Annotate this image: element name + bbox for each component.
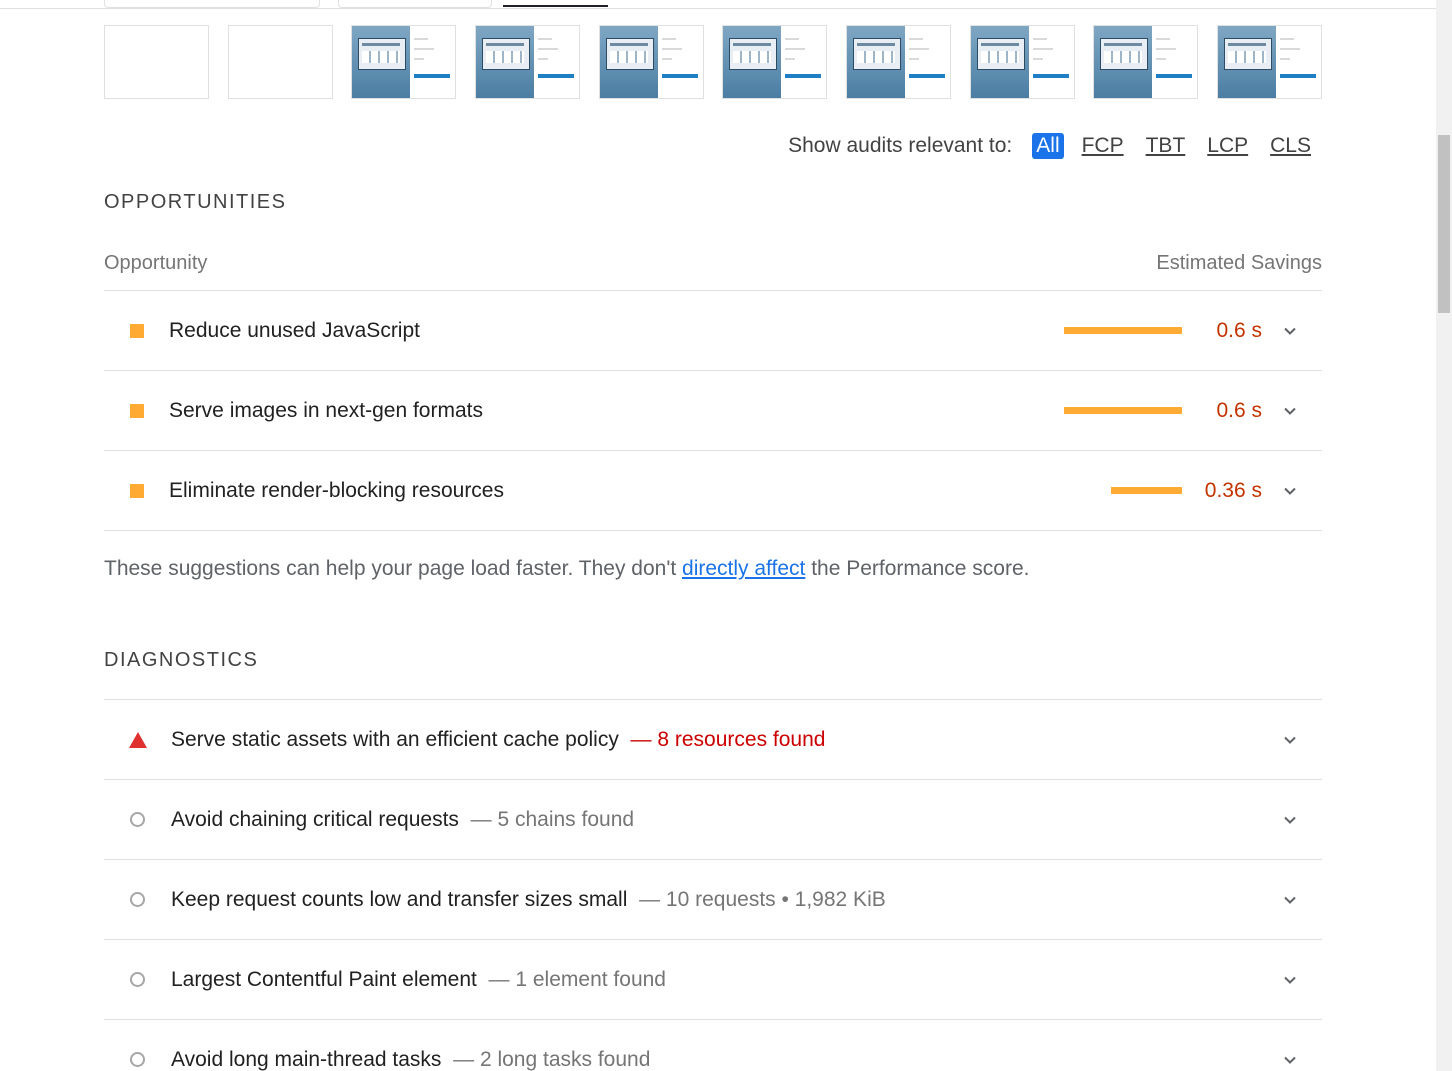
chevron-down-icon[interactable] — [1284, 1054, 1296, 1066]
diagnostics-list: Serve static assets with an efficient ca… — [104, 699, 1322, 1071]
filmstrip-frame — [969, 25, 1075, 99]
filmstrip — [104, 25, 1322, 99]
diagnostic-title-text: Serve static assets with an efficient ca… — [171, 727, 619, 751]
savings-value: 0.6 s — [1216, 318, 1262, 342]
top-tab[interactable] — [338, 0, 492, 8]
chevron-down-icon[interactable] — [1284, 485, 1296, 497]
audit-filter: Show audits relevant to: All FCP TBT LCP… — [788, 133, 1315, 159]
diagnostic-detail: — 1 element found — [488, 967, 666, 991]
diagnostics-title: DIAGNOSTICS — [104, 649, 259, 671]
diagnostic-title-text: Avoid chaining critical requests — [171, 807, 459, 831]
opportunity-row[interactable]: Serve images in next-gen formats 0.6 s — [104, 370, 1322, 450]
active-tab-indicator — [503, 5, 608, 7]
savings-value: 0.36 s — [1204, 478, 1262, 502]
diagnostic-detail: — 10 requests • 1,982 KiB — [639, 887, 886, 911]
filmstrip-frame — [1216, 25, 1322, 99]
chevron-down-icon[interactable] — [1284, 734, 1296, 746]
diagnostic-row[interactable]: Avoid long main-thread tasks — 2 long ta… — [104, 1019, 1322, 1071]
opportunities-list: Reduce unused JavaScript 0.6 s Serve ima… — [104, 290, 1322, 531]
filmstrip-frame — [474, 25, 580, 99]
savings-bar — [1064, 407, 1182, 414]
diagnostic-row[interactable]: Serve static assets with an efficient ca… — [104, 699, 1322, 779]
opportunities-note: These suggestions can help your page loa… — [104, 557, 1029, 581]
diagnostic-title: Serve static assets with an efficient ca… — [171, 728, 825, 752]
fail-status-icon — [129, 731, 147, 748]
top-tab[interactable] — [104, 0, 320, 8]
diagnostic-row[interactable]: Avoid chaining critical requests — 5 cha… — [104, 779, 1322, 859]
column-estimated-savings: Estimated Savings — [1156, 252, 1322, 274]
filter-chip-all[interactable]: All — [1032, 133, 1064, 159]
filmstrip-frame — [1093, 25, 1199, 99]
filmstrip-frame-blank — [227, 25, 333, 99]
average-status-icon — [130, 323, 144, 338]
filter-chip-cls[interactable]: CLS — [1266, 133, 1315, 159]
average-status-icon — [130, 403, 144, 418]
opportunities-column-header: Opportunity Estimated Savings — [104, 252, 1322, 275]
chevron-down-icon[interactable] — [1284, 974, 1296, 986]
chevron-down-icon[interactable] — [1284, 814, 1296, 826]
diagnostic-title: Largest Contentful Paint element — 1 ele… — [171, 968, 666, 992]
diagnostic-title-text: Avoid long main-thread tasks — [171, 1047, 442, 1071]
filmstrip-frame — [351, 25, 457, 99]
opportunity-title: Reduce unused JavaScript — [169, 318, 420, 342]
info-status-icon — [130, 812, 145, 827]
chevron-down-icon[interactable] — [1284, 405, 1296, 417]
diagnostic-detail: — 5 chains found — [470, 807, 635, 831]
opportunity-title: Eliminate render-blocking resources — [169, 478, 504, 502]
filter-chip-tbt[interactable]: TBT — [1142, 133, 1190, 159]
filter-label: Show audits relevant to: — [788, 134, 1013, 157]
diagnostic-row[interactable]: Keep request counts low and transfer siz… — [104, 859, 1322, 939]
info-status-icon — [130, 1052, 145, 1067]
savings-bar — [1111, 487, 1182, 494]
filmstrip-frame — [722, 25, 828, 99]
diagnostic-title: Avoid long main-thread tasks — 2 long ta… — [171, 1048, 650, 1071]
diagnostic-title: Avoid chaining critical requests — 5 cha… — [171, 808, 634, 832]
filter-chip-fcp[interactable]: FCP — [1078, 133, 1128, 159]
filmstrip-frame-blank — [104, 25, 209, 99]
diagnostic-title-text: Keep request counts low and transfer siz… — [171, 887, 628, 911]
info-status-icon — [130, 972, 145, 987]
diagnostic-row[interactable]: Largest Contentful Paint element — 1 ele… — [104, 939, 1322, 1019]
savings-bar — [1064, 327, 1182, 334]
filter-chip-lcp[interactable]: LCP — [1203, 133, 1252, 159]
note-text-end: the Performance score. — [805, 557, 1030, 580]
column-opportunity: Opportunity — [104, 252, 208, 274]
directly-affect-link[interactable]: directly affect — [682, 557, 805, 580]
average-status-icon — [130, 483, 144, 498]
filmstrip-frame — [845, 25, 951, 99]
opportunity-row[interactable]: Reduce unused JavaScript 0.6 s — [104, 290, 1322, 370]
note-text: These suggestions can help your page loa… — [104, 557, 683, 580]
opportunities-title: OPPORTUNITIES — [104, 191, 287, 213]
chevron-down-icon[interactable] — [1284, 325, 1296, 337]
info-status-icon — [130, 892, 145, 907]
lighthouse-report: Show audits relevant to: All FCP TBT LCP… — [0, 0, 1452, 1071]
vertical-scrollbar[interactable] — [1436, 0, 1452, 1071]
chevron-down-icon[interactable] — [1284, 894, 1296, 906]
savings-value: 0.6 s — [1216, 398, 1262, 422]
opportunity-title: Serve images in next-gen formats — [169, 398, 483, 422]
diagnostic-detail: — 2 long tasks found — [453, 1047, 651, 1071]
scrollbar-thumb[interactable] — [1438, 135, 1450, 313]
top-tab-row — [0, 0, 1436, 9]
diagnostic-title-text: Largest Contentful Paint element — [171, 967, 477, 991]
filmstrip-frame — [598, 25, 704, 99]
diagnostic-title: Keep request counts low and transfer siz… — [171, 888, 886, 912]
opportunity-row[interactable]: Eliminate render-blocking resources 0.36… — [104, 450, 1322, 531]
diagnostic-detail: — 8 resources found — [630, 727, 826, 751]
